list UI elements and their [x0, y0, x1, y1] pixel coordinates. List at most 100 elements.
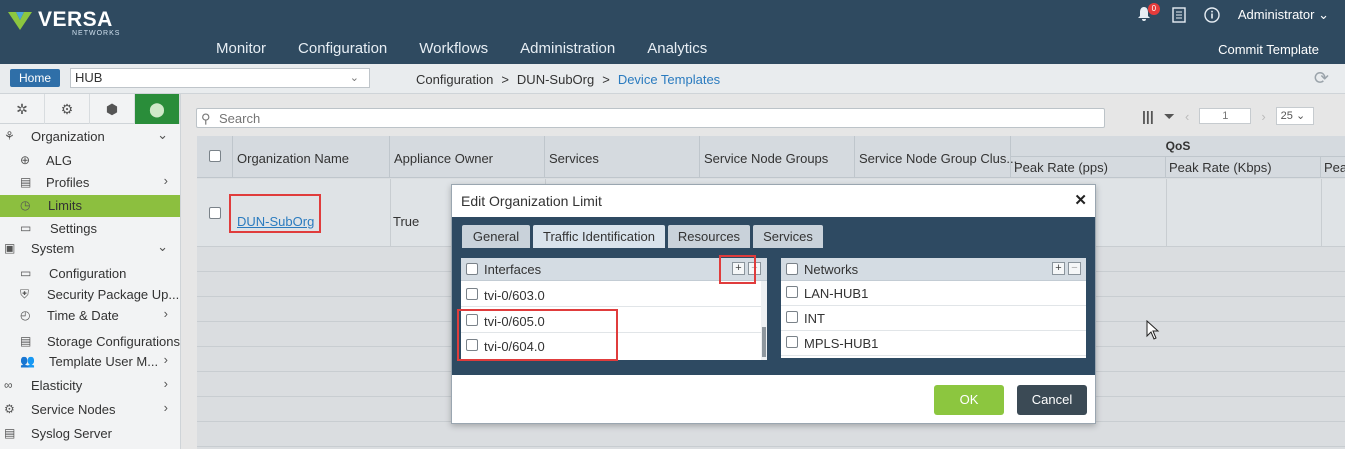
sidebar-item-storage[interactable]: ▤ Storage Configurations [0, 331, 180, 353]
sidebar-item-settings[interactable]: ▭ Settings [0, 218, 180, 240]
sidebar-item-label: Security Package Up... [47, 287, 180, 302]
breadcrumb-separator: > [501, 72, 509, 87]
ok-button[interactable]: OK [934, 385, 1004, 415]
tab-general[interactable]: General [462, 225, 530, 248]
elasticity-icon: ∞ [4, 378, 13, 392]
versa-logo-icon [8, 12, 32, 30]
notifications-button[interactable]: 0 [1136, 3, 1160, 24]
sidebar-item-security-package[interactable]: ⛨ Security Package Up... [0, 284, 180, 306]
col-appliance-owner[interactable]: Appliance Owner [390, 136, 545, 178]
system-icon: ▣ [4, 241, 16, 255]
item-checkbox[interactable] [786, 336, 798, 348]
col-peak-rate-pps[interactable]: Peak Rate (pps) [1011, 157, 1166, 178]
item-checkbox[interactable] [786, 286, 798, 298]
breadcrumb-configuration[interactable]: Configuration [416, 72, 493, 87]
search-input[interactable] [219, 110, 1079, 126]
list-item[interactable]: tvi-0/603.0 [461, 282, 767, 307]
appliance-select-value: HUB [75, 70, 103, 85]
org-globe-icon: ⬤ [149, 100, 165, 117]
item-checkbox[interactable] [786, 311, 798, 323]
columns-icon[interactable]: ||| [1142, 108, 1154, 124]
sidebar-item-label: Settings [50, 221, 97, 236]
tab-organization[interactable]: ⬤ [135, 94, 180, 124]
networks-header: Networks + − [781, 258, 1086, 281]
sidebar-item-configuration[interactable]: ▭ Configuration [0, 263, 180, 285]
info-icon[interactable] [1204, 7, 1220, 23]
sidebar-item-organization[interactable]: ⚘ Organization ⌄ [0, 126, 180, 148]
nav-monitor[interactable]: Monitor [216, 40, 266, 57]
col-peak-rate-kbps[interactable]: Peak Rate (Kbps) [1166, 157, 1321, 178]
sidebar-item-limits[interactable]: ◷ Limits [0, 195, 180, 217]
filter-icon[interactable]: ⏷ [1164, 108, 1175, 125]
sidebar-item-template-users[interactable]: 👥 Template User M... › [0, 351, 180, 373]
tab-traffic-identification[interactable]: Traffic Identification [533, 225, 665, 248]
remove-network-button[interactable]: − [1068, 262, 1081, 275]
appliance-owner-value: True [393, 214, 420, 229]
tab-networking[interactable]: ✲ [0, 94, 45, 124]
nav-administration[interactable]: Administration [520, 40, 615, 57]
list-item[interactable]: LAN-HUB1 [781, 282, 1086, 306]
home-button[interactable]: Home [10, 69, 60, 87]
sidebar-item-system[interactable]: ▣ System ⌄ [0, 238, 180, 260]
col-organization-name[interactable]: Organization Name [233, 136, 390, 178]
commit-template-button[interactable]: Commit Template [1218, 42, 1319, 57]
interfaces-select-all-checkbox[interactable] [466, 263, 478, 275]
breadcrumb-device-templates[interactable]: Device Templates [618, 72, 720, 87]
sidebar-item-label: Elasticity [31, 378, 83, 393]
next-page-icon[interactable]: › [1261, 109, 1265, 124]
sidebar-item-syslog[interactable]: ▤ Syslog Server [0, 423, 180, 445]
users-icon: 👥 [20, 354, 35, 368]
sidebar-item-label: Time & Date [47, 308, 119, 323]
limits-icon: ◷ [20, 198, 31, 212]
syslog-icon: ▤ [4, 426, 16, 440]
sidebar-item-alg[interactable]: ⊕ ALG [0, 150, 180, 172]
list-item[interactable]: INT [781, 307, 1086, 331]
mouse-cursor-icon [1146, 320, 1160, 340]
nav-workflows[interactable]: Workflows [419, 40, 488, 57]
tasks-icon[interactable] [1172, 7, 1186, 23]
chevron-right-icon: › [163, 400, 168, 415]
list-item[interactable]: MPLS-HUB1 [781, 332, 1086, 356]
item-checkbox[interactable] [466, 288, 478, 300]
column-divider [390, 179, 391, 247]
networks-panel: Networks + − LAN-HUB1 INT MPLS-HUB1 [781, 258, 1086, 358]
nav-configuration[interactable]: Configuration [298, 40, 387, 57]
versa-logo[interactable]: VERSA NETWORKS [6, 6, 119, 37]
chevron-down-icon: ⌄ [157, 127, 168, 142]
sidebar-item-label: Storage Configurations [47, 334, 180, 349]
col-service-node-group-cluster[interactable]: Service Node Group Clus... [855, 136, 1017, 178]
col-peak-truncated[interactable]: Pea [1321, 157, 1345, 178]
prev-page-icon[interactable]: ‹ [1185, 109, 1189, 124]
refresh-icon[interactable]: ⟳ [1314, 68, 1329, 89]
nav-analytics[interactable]: Analytics [647, 40, 707, 57]
sidebar-item-elasticity[interactable]: ∞ Elasticity › [0, 375, 180, 397]
tab-services[interactable]: ⬢ [90, 94, 135, 124]
col-services[interactable]: Services [545, 136, 700, 178]
close-icon[interactable]: ✕ [1074, 191, 1087, 209]
row-checkbox[interactable] [209, 207, 221, 219]
sidebar-item-profiles[interactable]: ▤ Profiles › [0, 172, 180, 194]
grid-toolbar: ||| ⏷ ‹ 1 › 25 ⌄ [1142, 107, 1314, 125]
scrollbar-thumb[interactable] [762, 327, 766, 357]
page-size-select[interactable]: 25 ⌄ [1275, 107, 1314, 125]
user-menu[interactable]: Administrator ⌄ [1238, 7, 1329, 23]
networks-select-all-checkbox[interactable] [786, 263, 798, 275]
context-bar: Home HUB ⌄ Configuration > DUN-SubOrg > Devi… [0, 64, 1345, 94]
select-all-checkbox[interactable] [209, 150, 221, 162]
tab-resources[interactable]: Resources [668, 225, 750, 248]
tab-others[interactable]: ⚙ [45, 94, 90, 124]
cancel-button[interactable]: Cancel [1017, 385, 1087, 415]
appliance-select[interactable]: HUB ⌄ [70, 68, 370, 88]
sidebar-item-time-date[interactable]: ◴ Time & Date › [0, 305, 180, 327]
interfaces-scrollbar[interactable] [761, 281, 767, 360]
col-service-node-groups[interactable]: Service Node Groups [700, 136, 855, 178]
sidebar-item-service-nodes[interactable]: ⚙ Service Nodes › [0, 399, 180, 421]
page-number-input[interactable]: 1 [1199, 108, 1252, 124]
highlight-add-button [719, 255, 756, 284]
add-network-button[interactable]: + [1052, 262, 1065, 275]
tab-services[interactable]: Services [753, 225, 823, 248]
notification-count-badge: 0 [1147, 3, 1160, 15]
breadcrumb-org[interactable]: DUN-SubOrg [517, 72, 594, 87]
settings-icon: ▭ [20, 221, 32, 235]
column-divider [1166, 179, 1167, 247]
